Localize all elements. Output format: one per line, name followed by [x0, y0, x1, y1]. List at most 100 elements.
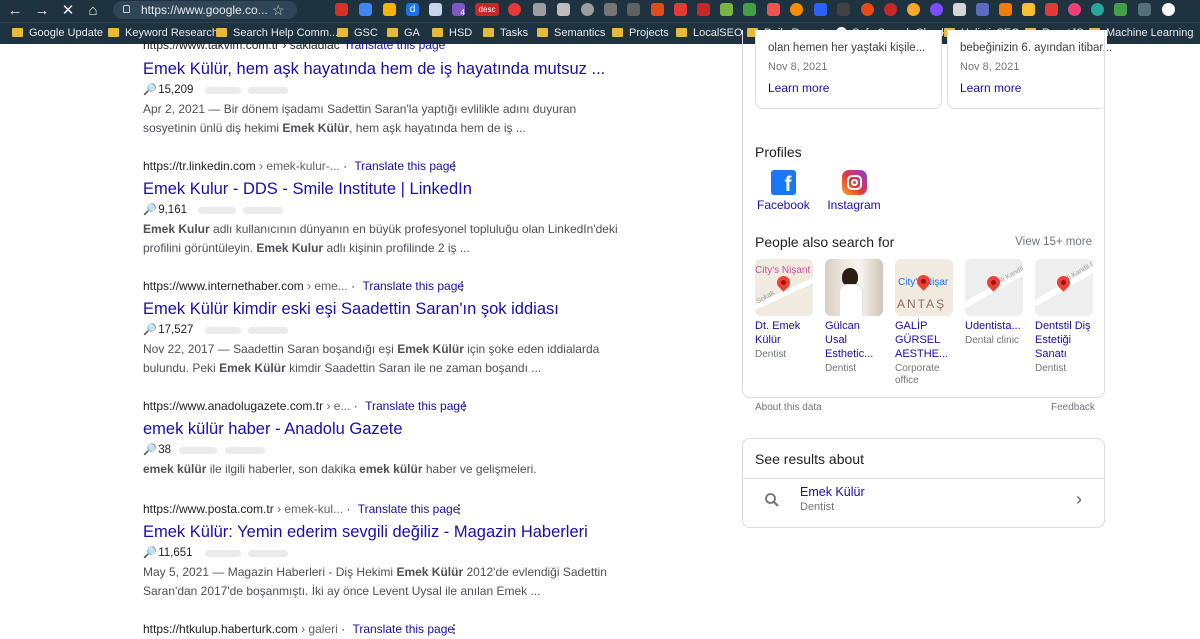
result-cite: https://www.anadolugazete.com.tr › e... … — [143, 396, 623, 416]
more-options-icon[interactable]: ⋮ — [458, 396, 470, 416]
extension-icon[interactable] — [1091, 3, 1104, 16]
key-icon: 🔎 — [143, 547, 157, 559]
view-more-link[interactable]: View 15+ more — [1015, 236, 1092, 248]
lock-icon — [123, 5, 130, 13]
extension-icon[interactable] — [953, 3, 966, 16]
feedback-link[interactable]: Feedback — [1051, 402, 1095, 413]
extension-icon[interactable]: d — [406, 3, 419, 16]
extension-icon[interactable] — [533, 3, 546, 16]
pasf-item[interactable]: City's Nişant Sokak Dt. Emek Külür Denti… — [755, 259, 813, 361]
extension-icon[interactable] — [930, 3, 943, 16]
result-stats: 🔎 17,527 — [143, 322, 623, 338]
more-options-icon[interactable]: ⋮ — [448, 619, 460, 639]
translate-link[interactable]: Translate this page — [344, 38, 446, 52]
extension-icon[interactable] — [674, 3, 687, 16]
close-icon[interactable]: ✕ — [58, 0, 78, 22]
profiles-heading: Profiles — [755, 144, 802, 160]
extension-icon[interactable] — [976, 3, 989, 16]
placeholder-bar — [205, 87, 241, 94]
profile-instagram[interactable]: Instagram — [826, 170, 882, 212]
extension-icon[interactable] — [790, 3, 803, 16]
pasf-item[interactable]: Gülcan Usal Esthetic... Dentist — [825, 259, 883, 375]
extension-icon[interactable] — [1068, 3, 1081, 16]
extension-icon[interactable] — [557, 3, 570, 16]
placeholder-bar — [198, 207, 236, 214]
placeholder-bar — [248, 550, 288, 557]
folder-icon — [108, 28, 119, 37]
placeholder-bar — [179, 447, 217, 454]
result-count: 38 — [158, 444, 171, 456]
result-snippet: Emek Kulur adlı kullanıcının dünyanın en… — [143, 222, 618, 255]
extension-icon[interactable] — [720, 3, 733, 16]
extension-icon[interactable] — [627, 3, 640, 16]
more-options-icon[interactable]: ⋮ — [453, 499, 465, 519]
extension-icon[interactable] — [697, 3, 710, 16]
home-icon[interactable]: ⌂ — [83, 0, 103, 22]
person-photo — [825, 259, 883, 316]
result-title[interactable]: Emek Kulur - DDS - Smile Institute | Lin… — [143, 178, 623, 202]
extension-icon[interactable] — [1162, 3, 1175, 16]
result-cite: https://www.internethaber.com › eme... ·… — [143, 276, 623, 296]
back-icon[interactable]: ← — [5, 0, 25, 22]
extension-icon[interactable]: 4 — [452, 3, 465, 17]
translate-link[interactable]: Translate this page — [354, 159, 456, 173]
entity-row[interactable]: Emek Külür Dentist › — [743, 479, 1104, 527]
translate-link[interactable]: Translate this page — [352, 622, 454, 636]
translate-link[interactable]: Translate this page — [358, 502, 460, 516]
extension-icon[interactable] — [1045, 3, 1058, 16]
placeholder-bar — [248, 327, 288, 334]
result-title[interactable]: emek külür haber - Anadolu Gazete — [143, 418, 623, 442]
result-title[interactable]: Emek Külür: Yemin ederim sevgili değiliz… — [143, 521, 623, 545]
extension-icon[interactable] — [814, 3, 827, 16]
extension-icon[interactable] — [999, 3, 1012, 16]
result-snippet: May 5, 2021 — Magazin Haberleri - Diş He… — [143, 565, 607, 598]
result-snippet: Nov 22, 2017 — Saadettin Saran boşandığı… — [143, 342, 600, 375]
bookmark-star-icon[interactable]: ☆ — [272, 0, 285, 21]
address-bar[interactable]: https://www.google.co... — [113, 1, 297, 19]
map-thumbnail: City's Nişar ANTAŞ — [895, 259, 953, 316]
more-options-icon[interactable]: ⋮ — [448, 156, 460, 176]
result-stats: 🔎 11,651 — [143, 545, 623, 561]
extension-icon[interactable] — [1114, 3, 1127, 16]
extension-icon[interactable] — [651, 3, 664, 16]
result-stats: 🔎 15,209 — [143, 82, 623, 98]
bookmark-google-update[interactable]: Google Update — [12, 23, 103, 44]
about-this-data-link[interactable]: About this data — [755, 402, 822, 413]
folder-icon — [12, 28, 23, 37]
extension-icon[interactable] — [604, 3, 617, 16]
pasf-item[interactable]: Ali Kandil Cd. Udentista... Dental clini… — [965, 259, 1023, 347]
bookmark-localseo[interactable]: LocalSEO — [676, 23, 743, 44]
forward-icon[interactable]: → — [32, 0, 52, 22]
extension-icon[interactable] — [1022, 3, 1035, 16]
facebook-icon: f — [770, 170, 796, 195]
extension-icon[interactable]: desc — [475, 3, 499, 16]
translate-link[interactable]: Translate this page — [365, 399, 467, 413]
extension-icon[interactable] — [884, 3, 897, 16]
extension-icon[interactable] — [581, 3, 594, 16]
key-icon: 🔎 — [143, 84, 157, 96]
search-result: https://www.takvim.com.tr › sakladiac Tra… — [143, 35, 623, 138]
result-count: 15,209 — [158, 84, 194, 96]
pasf-item[interactable]: City's Nişar ANTAŞ GALİP GÜRSEL AESTHE..… — [895, 259, 953, 387]
extension-icon[interactable] — [767, 3, 780, 16]
entity-type: Dentist — [800, 501, 835, 513]
search-icon — [765, 493, 779, 507]
extension-icon[interactable] — [743, 3, 756, 16]
extension-icon[interactable] — [1138, 3, 1151, 16]
map-thumbnail: Ali Kandil Cd. — [1035, 259, 1093, 316]
extension-icon[interactable] — [837, 3, 850, 16]
pasf-item[interactable]: Ali Kandil Cd. Dentstil Diş Estetiği San… — [1035, 259, 1093, 375]
see-results-about-card: See results about Emek Külür Dentist › — [742, 438, 1105, 528]
extension-icon[interactable] — [508, 3, 521, 16]
profile-facebook[interactable]: f Facebook — [757, 170, 810, 212]
extension-icon[interactable] — [907, 3, 920, 16]
extension-icon[interactable] — [383, 3, 396, 16]
extension-icon[interactable] — [429, 3, 442, 16]
result-title[interactable]: Emek Külür kimdir eski eşi Saadettin Sar… — [143, 298, 623, 322]
extension-icon[interactable] — [335, 3, 348, 16]
translate-link[interactable]: Translate this page — [362, 279, 464, 293]
extension-icon[interactable] — [861, 3, 874, 16]
result-title[interactable]: Emek Külür, hem aşk hayatında hem de iş … — [143, 58, 623, 82]
extension-icon[interactable] — [359, 3, 372, 16]
more-options-icon[interactable]: ⋮ — [456, 276, 468, 296]
